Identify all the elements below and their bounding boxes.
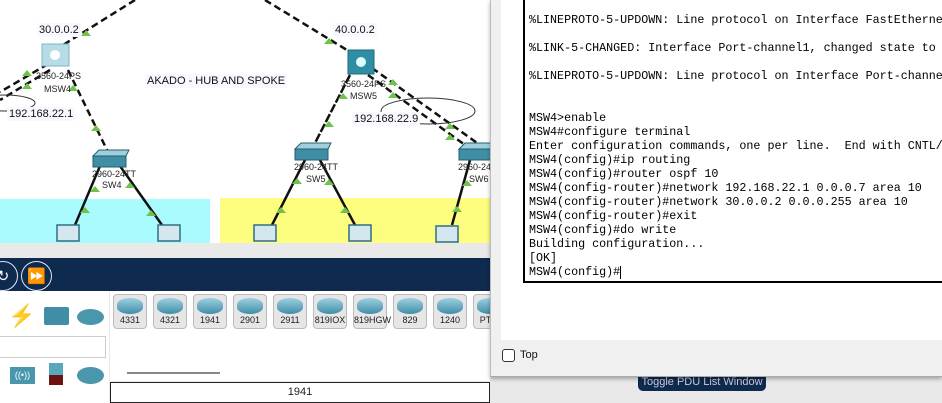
link-status-up-icon [22,83,32,89]
logical-workspace[interactable]: 30.0.0.2 40.0.0.2 192.168.22.1 192.168.2… [0,0,490,243]
selected-device-status: 1941 [110,382,490,403]
router-icon [397,298,423,314]
terminal-line: MSW4(config)#ip routing [529,153,691,167]
cli-window-body: %LINEPROTO-5-UPDOWN: Line protocol on In… [501,0,942,340]
router-icon [117,298,143,314]
ip-label: 192.168.22.9 [352,112,421,126]
terminal-line: MSW4>enable [529,111,607,125]
device-tile[interactable]: 4331 [113,294,147,329]
terminal-line: MSW4(config-router)#network 30.0.0.2 0.0… [529,195,908,209]
terminal-line: %LINK-5-CHANGED: Interface Port-channel1… [529,41,942,55]
connections-lightning-icon[interactable]: ⚡ [8,303,35,329]
fast-forward-icon[interactable]: ⏩ [21,261,52,291]
pc-icon [157,224,181,242]
terminal-line: Enter configuration commands, one per li… [529,139,942,153]
multilayer-switch-msw4-icon [41,43,70,67]
device-tile[interactable]: 819HGW [353,294,391,329]
router-icon [437,298,463,314]
device-tile[interactable]: 1240 [433,294,467,329]
link-status-up-icon [81,30,91,36]
link-status-up-icon [276,207,286,213]
device-name[interactable]: MSW4 [44,84,71,94]
security-device-icon[interactable] [49,363,63,385]
pc-icon [56,224,80,242]
device-tile-label: 2911 [280,315,300,325]
router-icon [157,298,183,314]
device-model: 2960-24TT [92,169,137,179]
link-status-up-icon [340,207,350,213]
device-tile-label: 819HGW [354,315,392,325]
link-status-up-icon [91,125,101,131]
terminal-line: MSW4#configure terminal [529,125,691,139]
device-tile[interactable]: 1941 [193,294,227,329]
folder-icon[interactable] [44,307,69,325]
device-model: 3560-24PS [341,79,387,89]
device-category-panel: ⚡ ((•)) [0,291,109,403]
link-status-up-icon [452,206,462,212]
device-tile-label: 1941 [199,315,221,325]
router-icon [197,298,223,314]
cloud-icon[interactable] [77,309,104,325]
device-tile-label: 819IOX [314,315,346,325]
terminal-line: [OK] [529,251,558,265]
router-icon [357,298,383,314]
device-tile[interactable]: 819IOX [313,294,347,329]
cli-window: %LINEPROTO-5-UPDOWN: Line protocol on In… [490,0,942,377]
device-model: 2960-24TT [294,162,339,172]
device-model: 2960-24TT [458,162,490,172]
device-model: 3560-24PS [36,71,82,81]
router-icon [237,298,263,314]
topology-title-note: AKADO - HUB AND SPOKE [145,74,288,88]
switch-sw4-icon [91,149,130,157]
device-name[interactable]: SW6 [469,174,489,184]
terminal-line: MSW4(config)#router ospf 10 [529,167,719,181]
device-tile-label: 2901 [239,315,261,325]
terminal-line: %LINEPROTO-5-UPDOWN: Line protocol on In… [529,13,942,27]
device-tile-label: 829 [402,315,418,325]
simulation-toolbar: ↻ ⏩ [0,258,490,291]
reset-icon[interactable]: ↻ [0,261,18,291]
device-tile-label: 4331 [119,315,141,325]
multilayer-switch-msw5-icon [347,49,375,75]
device-tile[interactable]: 2911 [273,294,307,329]
device-tile-label: 4321 [159,315,181,325]
terminal-cursor [620,266,621,279]
wireless-device-icon[interactable]: ((•)) [10,367,35,384]
device-name[interactable]: MSW5 [350,91,377,101]
device-name[interactable]: SW4 [102,180,122,190]
terminal-line: MSW4(config-router)#network 192.168.22.1… [529,181,922,195]
device-name[interactable]: SW5 [306,174,326,184]
pc-icon [435,225,459,243]
terminal-line: MSW4(config)# [529,265,621,279]
device-search-input[interactable] [0,336,106,358]
cli-terminal[interactable]: %LINEPROTO-5-UPDOWN: Line protocol on In… [523,0,942,283]
router-icon [277,298,303,314]
router-icon [317,298,343,314]
ip-label: 40.0.0.2 [333,23,377,37]
terminal-line: MSW4(config)#do write [529,223,677,237]
terminal-line: Building configuration... [529,237,705,251]
pc-icon [348,224,372,242]
top-checkbox[interactable] [502,349,515,362]
device-list: 43314321194129012911819IOX819HGW8291240P… [110,291,507,381]
toggle-pdu-list-button[interactable]: Toggle PDU List Window [638,377,766,391]
switch-sw6-icon [457,142,490,150]
device-tile[interactable]: 829 [393,294,427,329]
device-tile-label: 1240 [439,315,461,325]
top-checkbox-label: Top [520,349,538,361]
device-list-scrollbar[interactable] [127,372,220,374]
link-status-up-icon [22,70,32,76]
wan-cloud-icon[interactable] [77,367,104,384]
link [371,66,481,147]
ip-label: 30.0.0.2 [37,23,81,37]
switch-sw5-icon [293,142,332,150]
pc-icon [253,224,277,242]
terminal-line: MSW4(config-router)#exit [529,209,698,223]
device-tile[interactable]: 2901 [233,294,267,329]
terminal-line: %LINEPROTO-5-UPDOWN: Line protocol on In… [529,69,942,83]
ip-label: 192.168.22.1 [7,107,76,121]
device-tile[interactable]: 4321 [153,294,187,329]
